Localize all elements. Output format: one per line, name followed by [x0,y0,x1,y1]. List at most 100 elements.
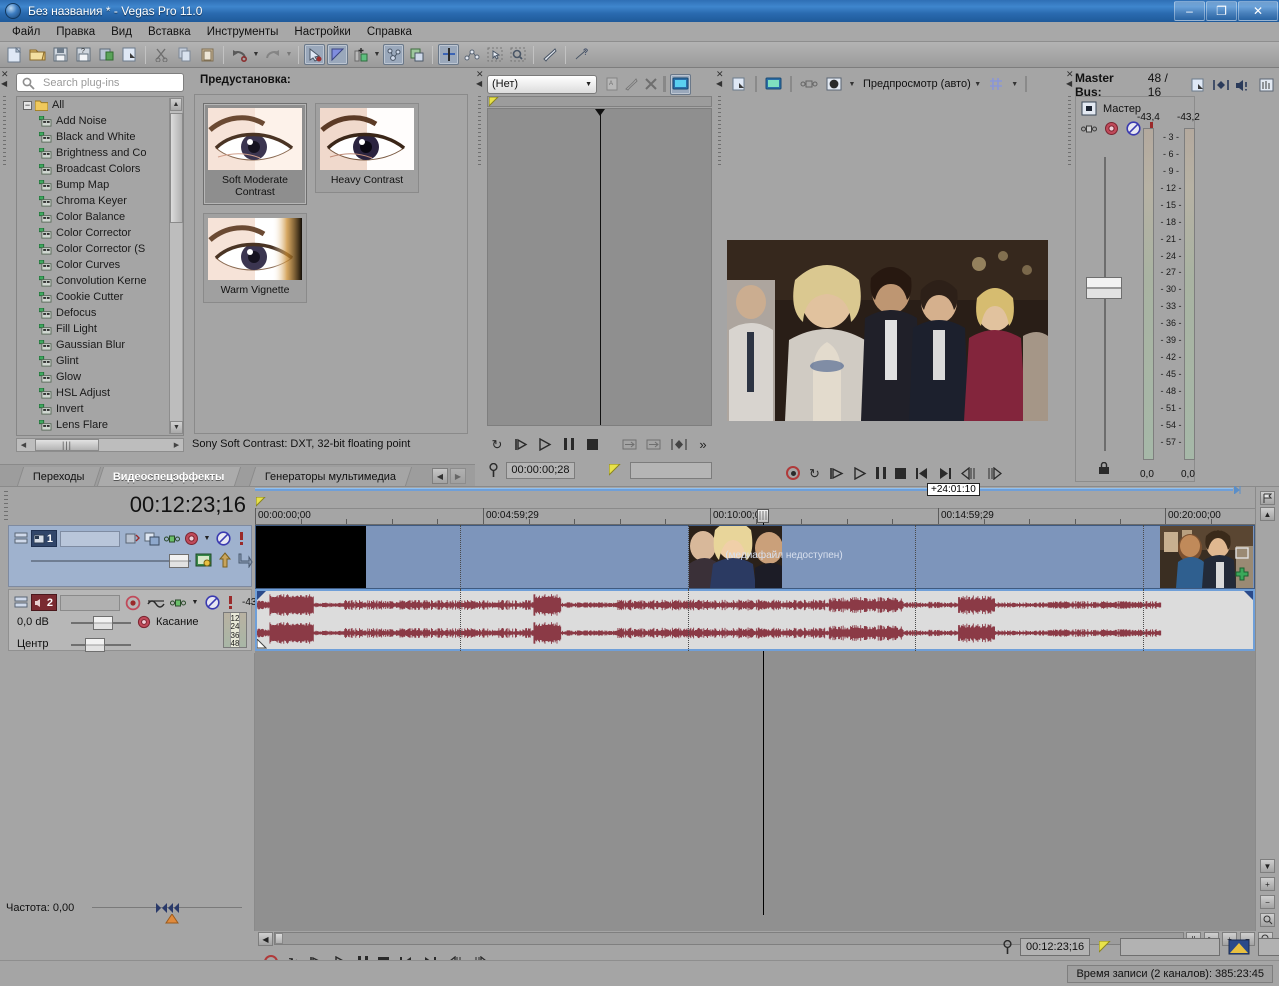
bus-properties-icon[interactable] [1189,78,1207,92]
phase-icon[interactable] [1081,124,1097,134]
menu-item-tools[interactable]: Инструменты [199,24,287,40]
zoom-tool-icon[interactable] [1260,913,1275,927]
panel-dock-handle[interactable]: ✕ ◀ [0,68,10,464]
trimmer-marker-strip[interactable] [487,96,712,107]
preset-card-warm-vignette[interactable]: Warm Vignette [203,213,307,303]
undo-icon[interactable] [229,44,250,65]
selection-length-field[interactable] [1120,938,1220,956]
pause-icon[interactable] [876,467,886,479]
track-fx-icon[interactable] [146,597,166,609]
close-panel-icon[interactable]: ✕ [1066,70,1074,79]
trimmer-dock-handle[interactable]: ✕ ◀ [475,68,485,486]
remove-media-icon[interactable] [641,75,660,94]
plugin-tree-item[interactable]: Invert [17,401,183,417]
loop-length-field[interactable] [1258,938,1279,956]
zoom-edit-tool-icon[interactable] [507,44,528,65]
project-properties-icon[interactable] [119,44,140,65]
plugin-tree-item[interactable]: Convolution Kerne [17,273,183,289]
go-to-start-icon[interactable] [915,467,929,480]
master-meters[interactable]: -43,4 -43,2 - 3 -- 6 -- 9 -- 12 -- 15 --… [1137,112,1237,482]
plugin-tree-item[interactable]: Glint [17,353,183,369]
event-fade-in-handle[interactable] [257,591,267,601]
trimmer-timecode[interactable]: 00:00:00;28 [506,462,574,479]
track-automation-icon[interactable] [183,531,199,546]
insert-after-icon[interactable] [644,438,664,451]
play-from-start-icon[interactable] [511,438,531,451]
plugin-tree-item[interactable]: Levels [17,433,183,436]
insert-track-dropdown-icon[interactable]: ▼ [372,44,382,65]
track-audio-meter[interactable]: 12243648 [223,612,247,648]
event-fx-icon[interactable] [1234,566,1250,582]
hscroll-thumb[interactable] [275,933,283,944]
menu-item-help[interactable]: Справка [359,24,420,40]
parent-in-icon[interactable] [218,552,232,568]
hscroll-right-icon[interactable]: ▶ [170,439,183,451]
new-project-icon[interactable] [4,44,25,65]
paint-tool-icon[interactable] [539,44,560,65]
collapse-panel-icon[interactable]: ◀ [716,80,722,88]
automation-settings-icon[interactable] [383,44,404,65]
normal-edit-tool-icon[interactable] [438,44,459,65]
event-fade-handle[interactable] [257,639,267,649]
collapse-toggle-icon[interactable]: − [23,101,32,110]
preview-mode-dropdown-icon[interactable]: ▼ [973,74,983,95]
timeline-bottom-timecode[interactable]: 00:12:23;16 [1020,938,1090,956]
record-arm-icon[interactable] [123,595,143,611]
motion-icon[interactable] [195,552,212,568]
collapse-panel-icon[interactable]: ◀ [1066,80,1072,88]
insert-track-icon[interactable] [350,44,371,65]
search-input[interactable]: Search plug-ins [16,73,184,92]
track-fx-icon[interactable] [123,532,140,546]
drag-grip[interactable] [3,96,6,166]
lock-envelopes-icon[interactable] [406,44,427,65]
track-lane-audio[interactable] [255,589,1255,651]
fader-handle[interactable] [1086,277,1122,299]
frequency-slider[interactable] [92,900,242,916]
tree-root-all[interactable]: − All [17,97,183,113]
project-video-properties-icon[interactable] [728,74,749,95]
plugin-tree-item[interactable]: Fill Light [17,321,183,337]
menu-item-insert[interactable]: Вставка [140,24,199,40]
track-minimize-icon[interactable] [13,594,28,611]
plugin-tree-item[interactable]: Gaussian Blur [17,337,183,353]
plugin-tree-item[interactable]: Black and White [17,129,183,145]
menu-item-view[interactable]: Вид [103,24,140,40]
timeline-ruler[interactable]: 00:00:00;0000:04:59;2900:10:00;0000:14:5… [255,509,1255,525]
preview-dock-handle[interactable]: ✕ ◀ [715,68,725,486]
masterbus-dock-handle[interactable]: ✕ ◀ [1065,68,1075,486]
redo-icon[interactable] [262,44,283,65]
scroll-up-icon[interactable]: ▲ [1260,507,1275,521]
play-from-start-icon[interactable] [829,467,844,480]
plugin-tree-item[interactable]: Broadcast Colors [17,161,183,177]
plugin-tree[interactable]: − All Add NoiseBlack and WhiteBrightness… [16,96,184,436]
plugin-tree-item[interactable]: Add Noise [17,113,183,129]
undo-dropdown-icon[interactable]: ▼ [251,44,261,65]
open-project-icon[interactable] [27,44,48,65]
loop-icon[interactable]: ↻ [809,467,820,480]
copy-icon[interactable] [174,44,195,65]
drag-grip[interactable] [478,96,481,166]
tab-video-fx[interactable]: Видеоспецэффекты [97,467,241,486]
selection-range[interactable] [255,488,1233,491]
scroll-thumb[interactable] [170,113,183,223]
event-fade-out-handle[interactable] [1243,591,1253,601]
audio-event[interactable] [255,589,1255,651]
timeline-in-marker-icon[interactable] [256,497,268,507]
trimmer-selection-length-field[interactable] [630,462,712,479]
go-to-end-icon[interactable] [938,467,952,480]
close-button[interactable]: ✕ [1238,1,1278,21]
automation-dropdown-icon[interactable]: ▼ [202,535,212,542]
maximize-button[interactable]: ❐ [1206,1,1237,21]
chevron-down-icon[interactable]: ▼ [585,81,592,88]
hscroll-left-icon[interactable]: ◀ [17,439,30,451]
pan-handle[interactable] [85,638,105,652]
plugin-tree-item[interactable]: Glow [17,369,183,385]
selection-edit-tool-icon[interactable] [484,44,505,65]
track-level-slider[interactable] [31,554,191,568]
trimmer-canvas[interactable] [487,108,712,426]
video-event[interactable]: (медиафайл недоступен) [255,525,1255,589]
mute-icon[interactable] [215,531,232,546]
close-panel-icon[interactable]: ✕ [1,70,9,79]
marker-bar-button-icon[interactable] [1260,491,1275,505]
plugin-tree-item[interactable]: Chroma Keyer [17,193,183,209]
